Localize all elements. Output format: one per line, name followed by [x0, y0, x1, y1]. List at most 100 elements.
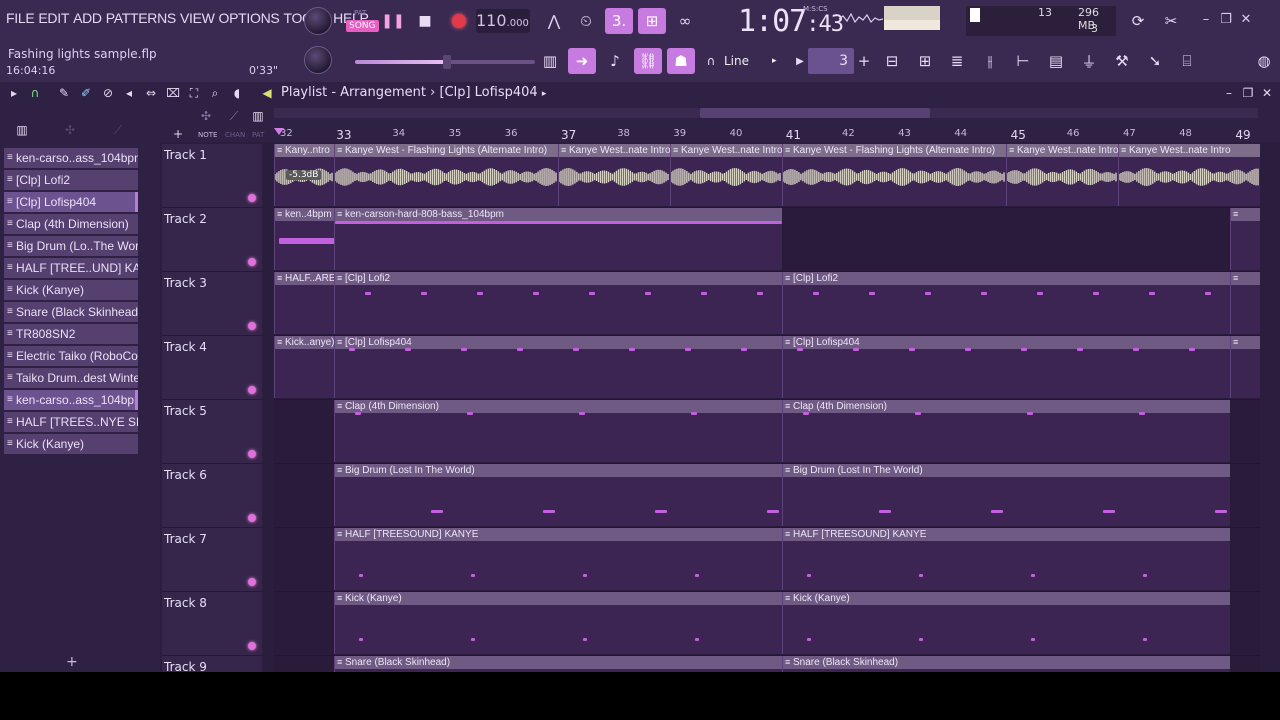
file-icon[interactable]: ▤	[1042, 48, 1070, 74]
playlist-close-icon[interactable]: ✕	[1259, 85, 1275, 101]
pattern-clip[interactable]: ken-carson-hard-808-bass_104bpm	[334, 208, 782, 270]
plugin-icon[interactable]: ⏚	[1075, 48, 1103, 74]
link-icon[interactable]: ⛓	[634, 48, 662, 74]
pattern-clip[interactable]: Big Drum (Lost In The World)	[334, 464, 782, 526]
note-tool-icon[interactable]: ✣	[198, 108, 214, 124]
picker-item[interactable]: Electric Taiko (RoboCop)	[4, 346, 138, 366]
play-arrow-icon[interactable]: ▸	[6, 85, 22, 101]
pattern-clip[interactable]: [Clp] Lofisp404	[334, 336, 782, 398]
track-lane[interactable]: HALF [TREESOUND] KANYEHALF [TREESOUND] K…	[274, 528, 1260, 592]
select-icon[interactable]: ⛶	[186, 85, 202, 101]
timeline-ruler[interactable]: 32 33 34 35 36 37 38 39 40 41 42 43 44 45 46 47 48 49	[274, 128, 1260, 144]
audio-clip[interactable]: Kanye West..nate Intro	[670, 144, 782, 206]
picker-item[interactable]: Snare (Black Skinhead)	[4, 302, 138, 322]
channel-rack-icon[interactable]: ≣	[943, 48, 971, 74]
pattern-clip[interactable]: Kick..anye)	[274, 336, 334, 398]
track-lane[interactable]: ken..4bpmken-carson-hard-808-bass_104bpm	[274, 208, 1260, 272]
play-pause-button[interactable]: ❚❚	[378, 7, 408, 35]
pattern-clip[interactable]: HALF [TREESOUND] KANYE	[782, 528, 1230, 590]
minimize-icon[interactable]: –	[1198, 12, 1214, 28]
record-button[interactable]	[444, 7, 474, 35]
stop-button[interactable]: ■	[410, 7, 440, 35]
track-enable-led[interactable]	[248, 322, 256, 330]
piano-keyboard-icon[interactable]: ▥	[536, 48, 564, 74]
pattern-clip[interactable]: Big Drum (Lost In The World)	[782, 464, 1230, 526]
playlist-maximize-icon[interactable]: ❐	[1240, 85, 1256, 101]
pattern-clip[interactable]: [Clp] Lofisp404	[782, 336, 1230, 398]
arrow-tool-icon[interactable]: ➜	[568, 48, 596, 74]
menu-edit[interactable]: EDIT	[36, 10, 71, 26]
picker-item[interactable]: Kick (Kanye)	[4, 434, 138, 454]
pattern-clip[interactable]: Kick (Kanye)	[334, 592, 782, 654]
refresh-icon[interactable]: ⟳	[1124, 8, 1152, 34]
step-value-box[interactable]: 3	[808, 48, 854, 74]
export-icon[interactable]: ➘	[1141, 48, 1169, 74]
piano-icon[interactable]: ▥	[14, 122, 30, 138]
pattern-clip[interactable]: Snare (Black Skinhead)	[334, 656, 782, 672]
track-lane[interactable]: Kany..ntroKanye West - Flashing Lights (…	[274, 144, 1260, 208]
pattern-clip[interactable]: Kick (Kanye)	[782, 592, 1230, 654]
picker-item[interactable]: ken-carso..ass_104bpm	[4, 148, 138, 168]
picker-item[interactable]: HALF [TREES..NYE SNARE	[4, 412, 138, 432]
magnet-snap-icon[interactable]: ∩	[27, 85, 43, 101]
track-lane[interactable]: HALF..ARE[Clp] Lofi2[Clp] Lofi2	[274, 272, 1260, 336]
track-header[interactable]: Track 4	[162, 336, 262, 400]
picker-item[interactable]: Big Drum (Lo..The World)	[4, 236, 138, 256]
pat-song-toggle[interactable]: PAT SONG	[344, 7, 380, 37]
slice-icon[interactable]: ⌧	[165, 85, 181, 101]
track-lane[interactable]: Clap (4th Dimension)Clap (4th Dimension)	[274, 400, 1260, 464]
audio-clip[interactable]: Kanye West - Flashing Lights (Alternate …	[782, 144, 1006, 206]
track-header[interactable]: Track 8	[162, 592, 262, 656]
menu-view[interactable]: VIEW	[178, 10, 217, 26]
track-enable-led[interactable]	[248, 578, 256, 586]
pattern-clip[interactable]: [Clp] Lofi2	[782, 272, 1230, 334]
track-lane[interactable]: Kick (Kanye)Kick (Kanye)	[274, 592, 1260, 656]
picker-item[interactable]: Taiko Drum..dest Winter)	[4, 368, 138, 388]
track-enable-led[interactable]	[248, 642, 256, 650]
menu-add[interactable]: ADD	[71, 10, 104, 26]
countdown-icon[interactable]: 3.	[605, 8, 633, 34]
track-header[interactable]: Track 7	[162, 528, 262, 592]
piano-roll-view-icon[interactable]: ⊞	[911, 48, 939, 74]
pattern-clip[interactable]: ken..4bpm	[274, 208, 334, 270]
wait-input-icon[interactable]: ⏲	[572, 8, 600, 34]
track-header[interactable]: Track 2	[162, 208, 262, 272]
track-enable-led[interactable]	[248, 514, 256, 522]
step-sequencer-icon[interactable]: ♪	[601, 48, 629, 74]
track-enable-led[interactable]	[248, 450, 256, 458]
mute-icon[interactable]: ◂	[121, 85, 137, 101]
audio-clip[interactable]: Kanye West - Flashing Lights (Alternate …	[334, 144, 558, 206]
master-volume-knob[interactable]	[304, 7, 332, 35]
picker-item[interactable]: ken-carso..ass_104bpm	[4, 390, 138, 410]
pattern-clip[interactable]: [Clp] Lofi2	[334, 272, 782, 334]
master-volume-slider[interactable]	[355, 55, 535, 69]
scrollbar-thumb[interactable]	[700, 108, 930, 118]
playback-icon[interactable]: ◖	[229, 85, 245, 101]
tool-icon[interactable]: ⚒	[1108, 48, 1136, 74]
pattern-clip[interactable]: Clap (4th Dimension)	[334, 400, 782, 462]
brush-icon[interactable]: ✐	[78, 85, 94, 101]
menu-patterns[interactable]: PATTERNS	[104, 10, 178, 26]
audio-clip[interactable]: Kanye West..nate Intro	[1006, 144, 1118, 206]
track-header[interactable]: Track 3	[162, 272, 262, 336]
track-lane[interactable]: Kick..anye)[Clp] Lofisp404[Clp] Lofisp40…	[274, 336, 1260, 400]
picker-item[interactable]: HALF [TREE..UND] KANYE	[4, 258, 138, 278]
pattern-clip[interactable]	[1230, 208, 1260, 270]
picker-item[interactable]: [Clp] Lofi2	[4, 170, 138, 190]
blend-notes-icon[interactable]: ⊞	[638, 8, 666, 34]
menu-file[interactable]: FILE	[4, 10, 36, 26]
browser-tree-icon[interactable]: ⊢	[1009, 48, 1037, 74]
audio-clip[interactable]: Kanye West..nate Intro	[558, 144, 670, 206]
track-enable-led[interactable]	[248, 194, 256, 202]
pattern-clip[interactable]: HALF..ARE	[274, 272, 334, 334]
playhead-marker[interactable]	[274, 128, 284, 135]
pattern-clip[interactable]	[1230, 272, 1260, 334]
slip-icon[interactable]: ⇔	[143, 85, 159, 101]
globe-icon[interactable]: ◍	[1250, 48, 1278, 74]
metronome-icon[interactable]: ⋀	[540, 8, 568, 34]
menu-options[interactable]: OPTIONS	[217, 10, 282, 26]
track-lane[interactable]: Big Drum (Lost In The World)Big Drum (Lo…	[274, 464, 1260, 528]
mixer-icon[interactable]: ⫲	[976, 48, 1004, 74]
picker-item[interactable]: Kick (Kanye)	[4, 280, 138, 300]
master-pitch-knob[interactable]	[304, 46, 332, 74]
